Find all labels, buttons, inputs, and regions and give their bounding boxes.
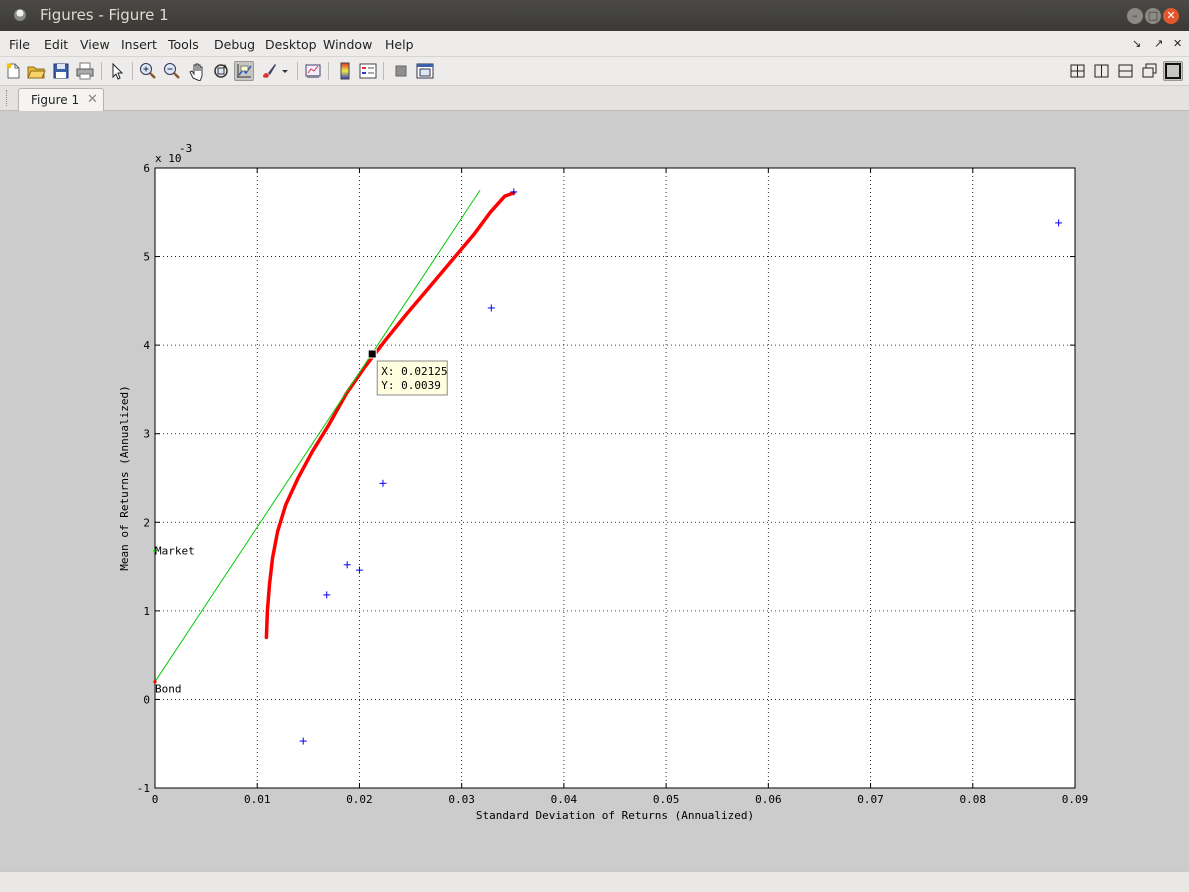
datatip-marker[interactable] — [367, 349, 377, 359]
y-tick-label: 0 — [143, 693, 150, 706]
brush-icon[interactable] — [259, 61, 279, 81]
show-plot-tools-icon[interactable] — [415, 61, 435, 81]
y-tick-label: 5 — [143, 251, 150, 264]
edit-plot-icon[interactable] — [107, 61, 127, 81]
left-right-icon[interactable] — [1092, 61, 1112, 81]
float-icon[interactable] — [1140, 61, 1160, 81]
zoom-in-icon[interactable] — [138, 61, 158, 81]
menu-edit[interactable]: Edit — [44, 37, 68, 52]
menu-file[interactable]: File — [9, 37, 30, 52]
x-tick-label: 0.02 — [346, 793, 373, 806]
y-tick-label: 1 — [143, 605, 150, 618]
x-tick-label: 0.08 — [960, 793, 987, 806]
tab-figure-1[interactable]: Figure 1 ✕ — [18, 88, 104, 111]
close-window-button[interactable]: ✕ — [1163, 8, 1179, 24]
menu-debug[interactable]: Debug — [214, 37, 255, 52]
minimize-button[interactable]: – — [1127, 8, 1143, 24]
figure-tab-strip: Figure 1 ✕ — [0, 86, 1189, 111]
rotate-3d-icon[interactable] — [211, 61, 231, 81]
tile-icon[interactable] — [1068, 61, 1088, 81]
open-file-icon[interactable] — [26, 61, 46, 81]
menu-bar: File Edit View Insert Tools Debug Deskto… — [0, 31, 1189, 57]
menu-insert[interactable]: Insert — [121, 37, 157, 52]
y-exponent-power: -3 — [179, 142, 192, 155]
legend-icon[interactable] — [358, 61, 378, 81]
y-exponent-label: x 10 — [155, 152, 182, 165]
x-tick-label: 0.07 — [857, 793, 884, 806]
dock-icon[interactable]: ↘ — [1132, 37, 1141, 50]
link-plot-icon[interactable] — [303, 61, 323, 81]
hide-plot-tools-icon[interactable] — [391, 61, 411, 81]
colorbar-icon[interactable] — [335, 61, 355, 81]
save-icon[interactable] — [51, 61, 71, 81]
pan-icon[interactable] — [187, 61, 207, 82]
y-axis-label: Mean of Returns (Annualized) — [118, 385, 131, 570]
top-bottom-icon[interactable] — [1116, 61, 1136, 81]
window-menu-icon[interactable] — [14, 9, 26, 21]
y-tick-label: 2 — [143, 516, 150, 529]
menu-window[interactable]: Window — [323, 37, 372, 52]
x-tick-label: 0.06 — [755, 793, 782, 806]
title-bar: Figures - Figure 1 – □ ✕ — [0, 0, 1189, 31]
print-icon[interactable] — [75, 61, 95, 81]
x-tick-label: 0.03 — [448, 793, 475, 806]
tab-close-icon[interactable]: ✕ — [87, 92, 98, 107]
maximize-icon[interactable] — [1163, 61, 1183, 81]
annotation-label-market: Market — [155, 545, 195, 558]
x-tick-label: 0.04 — [551, 793, 578, 806]
tool-bar — [0, 57, 1189, 86]
menu-desktop[interactable]: Desktop — [265, 37, 317, 52]
y-tick-label: -1 — [137, 782, 150, 795]
x-tick-label: 0 — [152, 793, 159, 806]
datatip-y-text: Y: 0.0039 — [381, 379, 441, 392]
y-tick-label: 3 — [143, 428, 150, 441]
x-tick-label: 0.01 — [244, 793, 271, 806]
annotation-label-bond: Bond — [155, 683, 182, 696]
brush-dropdown-icon[interactable] — [280, 61, 290, 81]
axes-background[interactable] — [155, 168, 1075, 788]
y-tick-label: 4 — [143, 339, 150, 352]
status-bar — [0, 871, 1189, 892]
maximize-button[interactable]: □ — [1145, 8, 1161, 24]
figure-window: Figures - Figure 1 – □ ✕ File Edit View … — [0, 0, 1189, 892]
new-figure-icon[interactable] — [3, 61, 23, 81]
x-axis-label: Standard Deviation of Returns (Annualize… — [476, 809, 754, 822]
menu-help[interactable]: Help — [385, 37, 414, 52]
tab-label: Figure 1 — [31, 93, 80, 107]
window-title: Figures - Figure 1 — [40, 6, 169, 24]
close-figure-icon[interactable]: ✕ — [1173, 37, 1182, 50]
y-tick-label: 6 — [143, 162, 150, 175]
menu-view[interactable]: View — [80, 37, 110, 52]
plot-svg: 0 0.01 0.02 0.03 0.04 0.05 0.06 0.07 0.08 0.09-10… — [118, 142, 1089, 822]
menu-tools[interactable]: Tools — [168, 37, 199, 52]
data-cursor-icon[interactable] — [234, 61, 254, 81]
figure-canvas: 0 0.01 0.02 0.03 0.04 0.05 0.06 0.07 0.08 0.09 -1 0… — [0, 111, 1189, 871]
toolbar-grip[interactable] — [6, 90, 9, 106]
datatip-x-text: X: 0.02125 — [381, 365, 447, 378]
x-tick-label: 0.05 — [653, 793, 680, 806]
zoom-out-icon[interactable] — [162, 61, 182, 81]
undock-icon[interactable]: ↗ — [1154, 37, 1163, 50]
x-tick-label: 0.09 — [1062, 793, 1089, 806]
